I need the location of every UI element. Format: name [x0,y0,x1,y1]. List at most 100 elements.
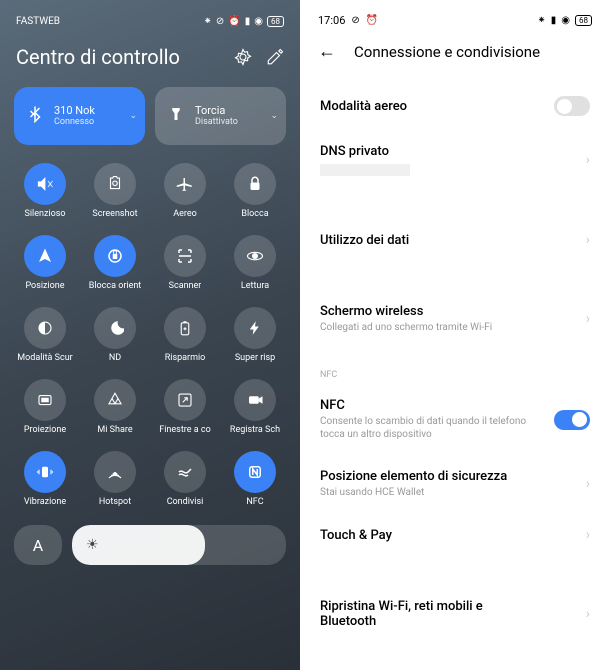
toggle-screenshot[interactable]: Screenshot [80,157,150,225]
signal-status-icon: ▮ [551,15,557,26]
dns-row[interactable]: DNS privato › [318,130,592,190]
bluetooth-tile-label: 310 Nok [54,104,95,117]
toggle-reading[interactable]: Lettura [220,229,290,297]
sharing-icon [164,451,206,493]
toggle-battery-saver[interactable]: Risparmio [150,301,220,369]
back-button[interactable]: ← [318,41,336,62]
toggle-super-saver[interactable]: Super risp [220,301,290,369]
toggle-label: Finestre a co [159,425,210,435]
toggle-dark-mode[interactable]: Modalità Scur [10,301,80,369]
toggle-vibration[interactable]: Vibrazione [10,445,80,513]
nfc-toggle[interactable] [554,410,590,430]
font-size-button[interactable]: A [14,525,62,565]
toggle-floating[interactable]: Finestre a co [150,373,220,441]
control-center-screen: FASTWEB ⁕ ⊘ ⏰ ▮ ◉ 68 Centro di controllo [0,0,300,670]
toggle-label: Super risp [235,353,275,363]
toggle-nfc[interactable]: NFC [220,445,290,513]
airplane-toggle[interactable] [554,96,590,116]
wifi-status-icon: ◉ [254,16,263,27]
vibration-icon [24,451,66,493]
chevron-right-icon: › [586,232,590,248]
toggle-hotspot[interactable]: Hotspot [80,445,150,513]
settings-header: ← Connessione e condivisione [318,41,592,82]
toggle-screen-record[interactable]: Registra Sch [220,373,290,441]
touch-pay-row[interactable]: Touch & Pay › [318,513,592,557]
flashlight-icon [167,105,185,127]
bluetooth-status-icon: ⁕ [537,15,545,26]
status-icons-right: ⁕ ▮ ◉ 68 [537,15,592,26]
toggle-label: Scanner [169,281,202,291]
toggle-label: Blocca orient [89,281,142,291]
floating-icon [164,379,206,421]
airplane-icon [164,163,206,205]
toggle-label: Hotspot [99,497,131,507]
nfc-section-label: NFC [318,370,592,380]
dnd-status-icon: ⊘ [216,16,224,27]
status-bar-right: 17:06 ⊘ ⏰ ⁕ ▮ ◉ 68 [318,10,592,41]
time-label: 17:06 [318,14,345,27]
toggle-rotation-lock[interactable]: Blocca orient [80,229,150,297]
toggle-label: ND [109,353,121,363]
hotspot-icon [94,451,136,493]
chevron-right-icon: › [586,476,590,492]
scanner-icon [164,235,206,277]
toggle-airplane[interactable]: Aereo [150,157,220,225]
toggle-location[interactable]: Posizione [10,229,80,297]
torch-tile[interactable]: Torcia Disattivato ⌄ [155,87,286,145]
settings-screen: 17:06 ⊘ ⏰ ⁕ ▮ ◉ 68 ← Connessione e condi… [300,0,610,670]
chevron-right-icon: › [586,152,590,168]
toggle-mishare[interactable]: Mi Share [80,373,150,441]
toggle-label: Vibrazione [24,497,66,507]
chevron-down-icon: ⌄ [129,111,137,121]
data-usage-row[interactable]: Utilizzo dei dati › [318,218,592,262]
toggle-label: Silenzioso [24,209,65,219]
reading-icon [234,235,276,277]
nfc-row[interactable]: NFC Consente lo scambio di dati quando i… [318,384,592,455]
chevron-down-icon: ⌄ [270,111,278,121]
toggle-label: Posizione [25,281,64,291]
edit-icon[interactable] [266,48,284,66]
mishare-icon [94,379,136,421]
bluetooth-tile[interactable]: 310 Nok Connesso ⌄ [14,87,145,145]
toggle-label: Screenshot [92,209,137,219]
settings-title: Connessione e condivisione [354,43,540,61]
super-saver-icon [234,307,276,349]
brightness-slider[interactable]: ☀ [72,525,286,565]
toggle-lock[interactable]: Blocca [220,157,290,225]
control-center-title: Centro di controllo [16,45,180,69]
screen-record-icon [234,379,276,421]
toggle-sharing[interactable]: Condivisi [150,445,220,513]
wireless-display-row[interactable]: Schermo wireless Collegati ad uno scherm… [318,290,592,348]
toggle-cast[interactable]: Proiezione [10,373,80,441]
toggles-grid: Silenzioso Screenshot Aereo Blocca Posizione… [10,155,290,515]
airplane-mode-row[interactable]: Modalità aereo [318,82,592,130]
wide-tiles-row: 310 Nok Connesso ⌄ Torcia Disattivato ⌄ [14,87,286,145]
dnd-icon [94,307,136,349]
rotation-lock-icon [94,235,136,277]
chevron-right-icon: › [586,527,590,543]
bottom-controls: A ☀ [10,525,290,565]
toggle-scanner[interactable]: Scanner [150,229,220,297]
toggle-label: Risparmio [165,353,206,363]
reset-row[interactable]: Ripristina Wi-Fi, reti mobili e Bluetoot… [318,585,592,643]
toggle-dnd[interactable]: ND [80,301,150,369]
control-center-header: Centro di controllo [10,45,290,81]
nfc-icon [234,451,276,493]
signal-status-icon: ▮ [245,16,251,27]
bluetooth-tile-sub: Connesso [54,117,95,128]
toggle-label: Blocca [241,209,268,219]
security-element-row[interactable]: Posizione elemento di sicurezza Stai usa… [318,455,592,513]
bluetooth-status-icon: ⁕ [204,16,212,27]
toggle-label: Condivisi [167,497,204,507]
chevron-right-icon: › [586,606,590,622]
alarm-status-icon: ⏰ [228,16,240,27]
settings-list: Modalità aereo DNS privato › Utilizzo de… [318,82,592,643]
toggle-label: Proiezione [24,425,66,435]
toggle-label: Aereo [173,209,197,219]
toggle-label: Lettura [241,281,269,291]
cast-icon [24,379,66,421]
torch-tile-label: Torcia [195,104,238,117]
settings-icon[interactable] [234,48,252,66]
toggle-label: Mi Share [97,425,132,435]
toggle-silent[interactable]: Silenzioso [10,157,80,225]
